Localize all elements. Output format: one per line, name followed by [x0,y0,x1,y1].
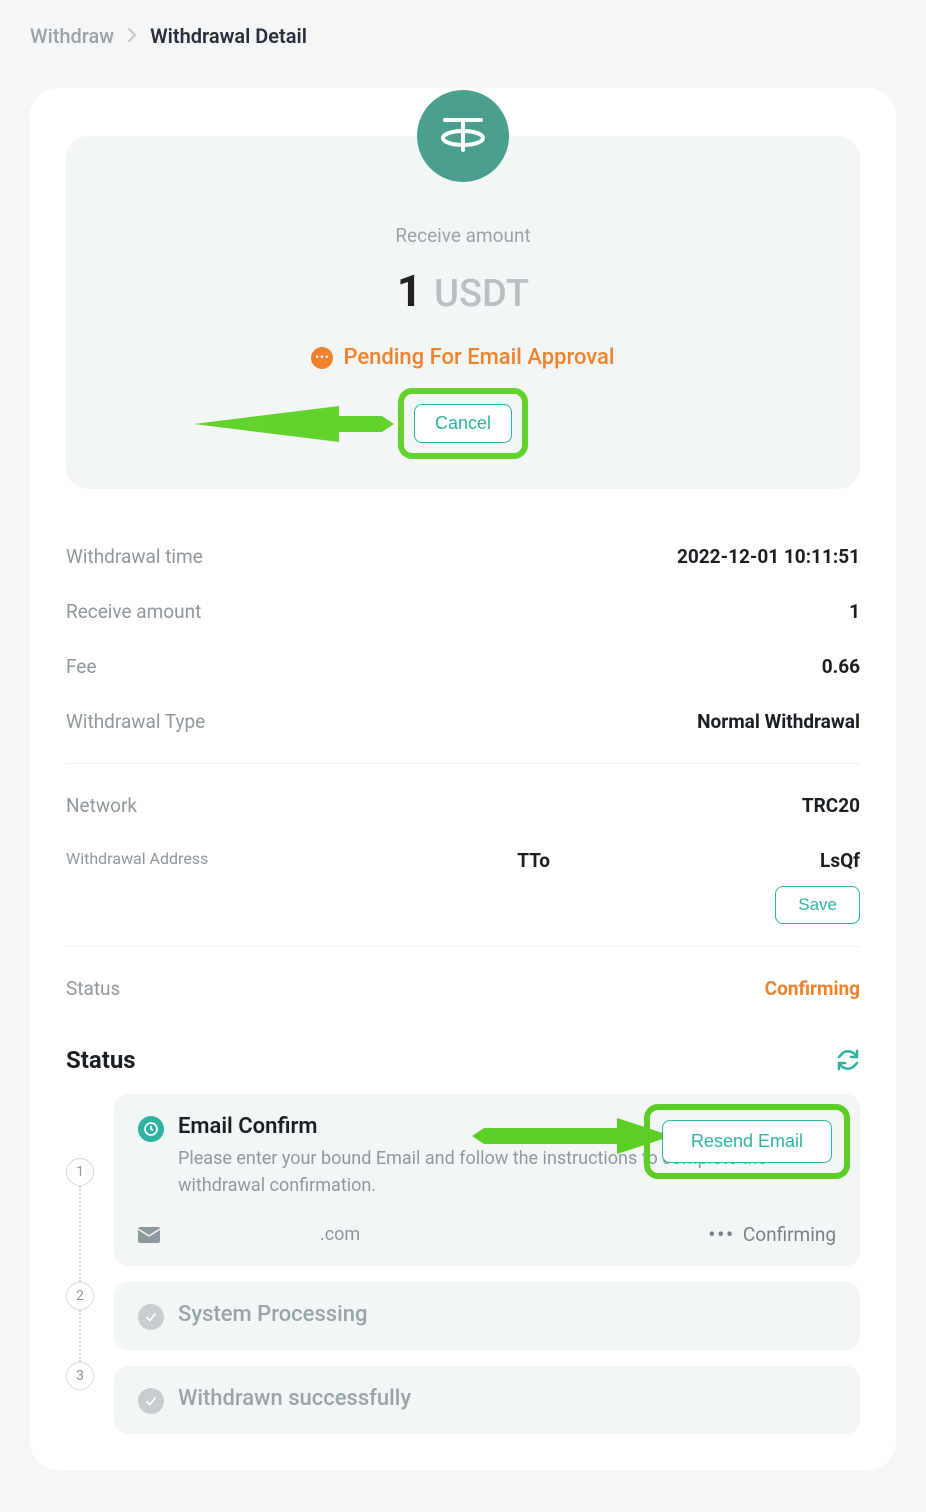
breadcrumb: Withdraw Withdrawal Detail [0,0,926,72]
email-status: ••• Confirming [708,1223,836,1246]
withdrawal-time-value: 2022-12-01 10:11:51 [677,545,860,568]
ellipsis-icon: ••• [708,1223,734,1246]
row-withdrawal-address: Withdrawal Address TTo LsQf Save [66,833,860,932]
timeline: 1 2 3 Resend Email Email Confirm [66,1094,860,1434]
refresh-icon[interactable] [836,1048,860,1072]
clock-icon [138,1116,164,1142]
email-status-text: Confirming [743,1223,836,1246]
pending-status-text: Pending For Email Approval [343,345,614,370]
amount-display: 1 USDT [90,265,836,317]
step-withdrawn-successfully: Withdrawn successfully [114,1366,860,1434]
resend-email-button[interactable]: Resend Email [662,1120,832,1163]
amount-unit: USDT [434,272,529,316]
withdrawal-type-label: Withdrawal Type [66,710,205,733]
email-suffix: .com [320,1224,360,1245]
row-withdrawal-time: Withdrawal time 2022-12-01 10:11:51 [66,529,860,584]
status-heading-row: Status [66,1046,860,1074]
arrow-annotation-icon [472,1106,672,1166]
step-number-3: 3 [66,1362,94,1390]
step-system-processing: System Processing [114,1282,860,1350]
amount-value: 1 [397,265,422,317]
network-value: TRC20 [802,794,860,817]
status-value: Confirming [765,977,860,1000]
fee-label: Fee [66,655,96,678]
resend-highlight-box: Resend Email [644,1104,850,1179]
check-circle-icon [138,1388,164,1414]
chevron-right-icon [128,27,136,46]
network-label: Network [66,794,137,817]
hero-panel: Receive amount 1 USDT Pending For Email … [66,136,860,489]
email-confirm-row: .com ••• Confirming [138,1223,836,1246]
withdrawal-time-label: Withdrawal time [66,545,203,568]
step-number-1: 1 [66,1158,94,1186]
detail-card: Receive amount 1 USDT Pending For Email … [30,88,896,1470]
row-status: Status Confirming [66,961,860,1016]
row-network: Network TRC20 [66,778,860,833]
mail-icon [138,1227,160,1243]
timeline-numbers: 1 2 3 [66,1094,94,1434]
step-number-2: 2 [66,1282,94,1310]
divider [66,763,860,764]
breadcrumb-current: Withdrawal Detail [150,24,307,48]
cancel-highlight-box: Cancel [398,388,528,459]
cancel-button[interactable]: Cancel [414,404,512,443]
step3-title: Withdrawn successfully [178,1386,836,1411]
address-suffix: LsQf [820,849,860,872]
tether-icon [417,90,509,182]
withdrawal-address-label: Withdrawal Address [66,849,208,868]
row-fee: Fee 0.66 [66,639,860,694]
address-prefix: TTo [517,849,550,872]
withdrawal-address-value: TTo LsQf [517,849,860,872]
pending-dots-icon [311,347,333,369]
save-button[interactable]: Save [775,886,860,924]
pending-status: Pending For Email Approval [90,345,836,370]
receive-amount-detail-label: Receive amount [66,600,201,623]
row-receive-amount: Receive amount 1 [66,584,860,639]
divider [66,946,860,947]
withdrawal-type-value: Normal Withdrawal [697,710,860,733]
fee-value: 0.66 [822,655,860,678]
arrow-annotation-icon [194,394,394,454]
status-heading: Status [66,1046,136,1074]
step-email-confirm: Resend Email Email Confirm Please enter … [114,1094,860,1266]
step2-title: System Processing [178,1302,836,1327]
check-circle-icon [138,1304,164,1330]
receive-amount-label: Receive amount [90,224,836,247]
step-connector [79,1310,81,1362]
status-label: Status [66,977,120,1000]
row-withdrawal-type: Withdrawal Type Normal Withdrawal [66,694,860,749]
receive-amount-detail-value: 1 [849,600,860,623]
step-connector [79,1186,81,1282]
breadcrumb-root[interactable]: Withdraw [30,24,114,48]
